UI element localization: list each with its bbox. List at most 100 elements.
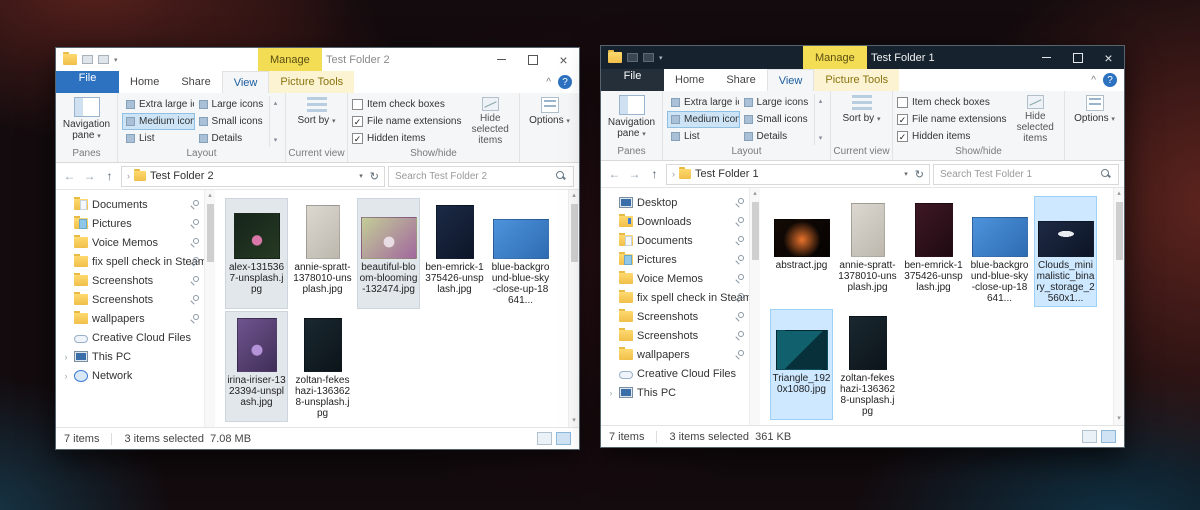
search-box[interactable] [388, 165, 574, 187]
thumbnail-view-toggle[interactable] [1101, 430, 1116, 443]
hide-selected-items-button[interactable]: Hide selected items [1011, 94, 1061, 144]
sidebar-item-screenshots[interactable]: Screenshots [601, 326, 749, 345]
sidebar-item-this-pc[interactable]: › This PC [56, 347, 204, 366]
search-input[interactable] [395, 170, 555, 182]
qat-customize-dropdown-icon[interactable]: ▾ [114, 56, 118, 64]
file-item[interactable]: blue-background-blue-sky-close-up-18641.… [489, 198, 552, 309]
sidebar-scrollbar[interactable]: ▴ [204, 190, 215, 427]
address-bar[interactable]: › Test Folder 1 ▾ ↻ [666, 163, 930, 185]
layout-option-small-icons[interactable]: Small icons [195, 113, 268, 130]
details-view-toggle[interactable] [537, 432, 552, 445]
layout-gallery-scroll[interactable]: ▴ ▾ [814, 94, 826, 145]
sidebar-item-voice-memos[interactable]: Voice Memos [56, 233, 204, 252]
sidebar-item-screenshots[interactable]: Screenshots [56, 290, 204, 309]
scroll-up-icon[interactable]: ▴ [572, 190, 576, 202]
breadcrumb-chevron-icon[interactable]: › [127, 171, 130, 181]
layout-option-details[interactable]: Details [740, 128, 813, 145]
checkbox-file-name-extensions[interactable]: ✓ File name extensions [352, 114, 462, 129]
tab-view[interactable]: View [766, 69, 815, 91]
gallery-down-icon[interactable]: ▾ [274, 136, 278, 144]
sidebar-item-pictures[interactable]: Pictures [601, 250, 749, 269]
qat-new-folder-icon[interactable] [98, 55, 109, 64]
file-item[interactable]: annie-spratt-1378010-unsplash.jpg [836, 196, 899, 307]
layout-gallery-scroll[interactable]: ▴ ▾ [269, 96, 281, 147]
sort-by-button[interactable]: Sort by ▾ [290, 96, 343, 127]
qat-properties-icon[interactable] [82, 55, 93, 64]
scrollbar-thumb[interactable] [1115, 202, 1123, 260]
navigation-pane-button[interactable]: Navigation pane ▾ [60, 96, 113, 142]
layout-option-list[interactable]: List [667, 128, 740, 145]
hide-selected-items-button[interactable]: Hide selected items [466, 96, 516, 146]
tab-file[interactable]: File [601, 69, 664, 91]
file-item[interactable]: alex-1315367-unsplash.jpg [225, 198, 288, 309]
address-dropdown-icon[interactable]: ▾ [359, 172, 363, 180]
file-item[interactable]: ben-emrick-1375426-unsplash.jpg [902, 196, 965, 307]
checkbox-hidden-items[interactable]: ✓ Hidden items [897, 129, 1007, 144]
tab-share[interactable]: Share [715, 69, 766, 91]
refresh-icon[interactable]: ↻ [915, 168, 924, 181]
gallery-up-icon[interactable]: ▴ [274, 99, 278, 107]
file-item[interactable]: zoltan-fekeshazi-1363628-unsplash.jpg [836, 309, 899, 420]
layout-option-large-icons[interactable]: Large icons [195, 96, 268, 113]
search-box[interactable] [933, 163, 1119, 185]
qat-properties-icon[interactable] [627, 53, 638, 62]
scroll-up-icon[interactable]: ▴ [753, 188, 757, 200]
file-item[interactable]: blue-background-blue-sky-close-up-18641.… [968, 196, 1031, 307]
up-button[interactable]: ↑ [646, 167, 663, 181]
contextual-tab-group-label[interactable]: Manage [803, 46, 867, 69]
tab-picture-tools[interactable]: Picture Tools [269, 71, 355, 93]
back-button[interactable]: ← [606, 167, 623, 181]
sidebar-item-this-pc[interactable]: › This PC [601, 383, 749, 402]
scroll-up-icon[interactable]: ▴ [1117, 188, 1121, 200]
qat-new-folder-icon[interactable] [643, 53, 654, 62]
file-item[interactable]: zoltan-fekeshazi-1363628-unsplash.jpg [291, 311, 354, 422]
close-button[interactable]: × [548, 48, 579, 71]
layout-option-list[interactable]: List [122, 130, 195, 147]
layout-option-extra-large-icons[interactable]: Extra large icons [122, 96, 195, 113]
maximize-button[interactable] [517, 48, 548, 71]
back-button[interactable]: ← [61, 169, 78, 183]
checkbox-hidden-items[interactable]: ✓ Hidden items [352, 131, 462, 146]
title-bar[interactable]: ▾ Manage Test Folder 1 × [601, 46, 1124, 69]
maximize-button[interactable] [1062, 46, 1093, 69]
checkbox-item-check-boxes[interactable]: Item check boxes [897, 95, 1007, 110]
checkbox-item-check-boxes[interactable]: Item check boxes [352, 97, 462, 112]
sidebar-item-documents[interactable]: Documents [601, 231, 749, 250]
close-button[interactable]: × [1093, 46, 1124, 69]
gallery-up-icon[interactable]: ▴ [819, 97, 823, 105]
sidebar-item-screenshots[interactable]: Screenshots [56, 271, 204, 290]
layout-option-medium-icons[interactable]: Medium icons [667, 111, 740, 128]
search-input[interactable] [940, 168, 1100, 180]
address-bar[interactable]: › Test Folder 2 ▾ ↻ [121, 165, 385, 187]
tab-home[interactable]: Home [664, 69, 715, 91]
sidebar-item-creative-cloud-files[interactable]: Creative Cloud Files [56, 328, 204, 347]
chevron-right-icon[interactable]: › [607, 388, 615, 398]
options-button[interactable]: Options ▾ [1069, 94, 1120, 125]
files-scrollbar[interactable]: ▴ ▾ [1113, 188, 1124, 425]
file-item[interactable]: ben-emrick-1375426-unsplash.jpg [423, 198, 486, 309]
file-grid[interactable]: abstract.jpg annie-spratt-1378010-unsplas… [760, 188, 1113, 425]
file-item[interactable]: Clouds_minimalistic_binary_storage_2560x… [1034, 196, 1097, 307]
tab-file[interactable]: File [56, 71, 119, 93]
ribbon-collapse-icon[interactable]: ^ [1091, 75, 1096, 86]
help-icon[interactable]: ? [558, 75, 572, 89]
scrollbar-thumb[interactable] [570, 204, 578, 262]
desktop[interactable]: ▾ Manage Test Folder 2 × File Home Share Vi… [0, 0, 1200, 510]
sidebar-item-creative-cloud-files[interactable]: Creative Cloud Files [601, 364, 749, 383]
chevron-right-icon[interactable]: › [62, 352, 70, 362]
layout-option-extra-large-icons[interactable]: Extra large icons [667, 94, 740, 111]
breadcrumb-chevron-icon[interactable]: › [672, 169, 675, 179]
up-button[interactable]: ↑ [101, 169, 118, 183]
minimize-button[interactable] [486, 48, 517, 71]
scroll-down-icon[interactable]: ▾ [572, 415, 576, 427]
layout-option-small-icons[interactable]: Small icons [740, 111, 813, 128]
sidebar-item-voice-memos[interactable]: Voice Memos [601, 269, 749, 288]
file-item[interactable]: beautiful-bloom-blooming-132474.jpg [357, 198, 420, 309]
file-grid[interactable]: alex-1315367-unsplash.jpg annie-spratt-13… [215, 190, 568, 427]
layout-option-details[interactable]: Details [195, 130, 268, 147]
sidebar-item-screenshots[interactable]: Screenshots [601, 307, 749, 326]
ribbon-collapse-icon[interactable]: ^ [546, 77, 551, 88]
scrollbar-thumb[interactable] [206, 204, 214, 262]
sidebar-item-documents[interactable]: Documents [56, 195, 204, 214]
layout-option-medium-icons[interactable]: Medium icons [122, 113, 195, 130]
